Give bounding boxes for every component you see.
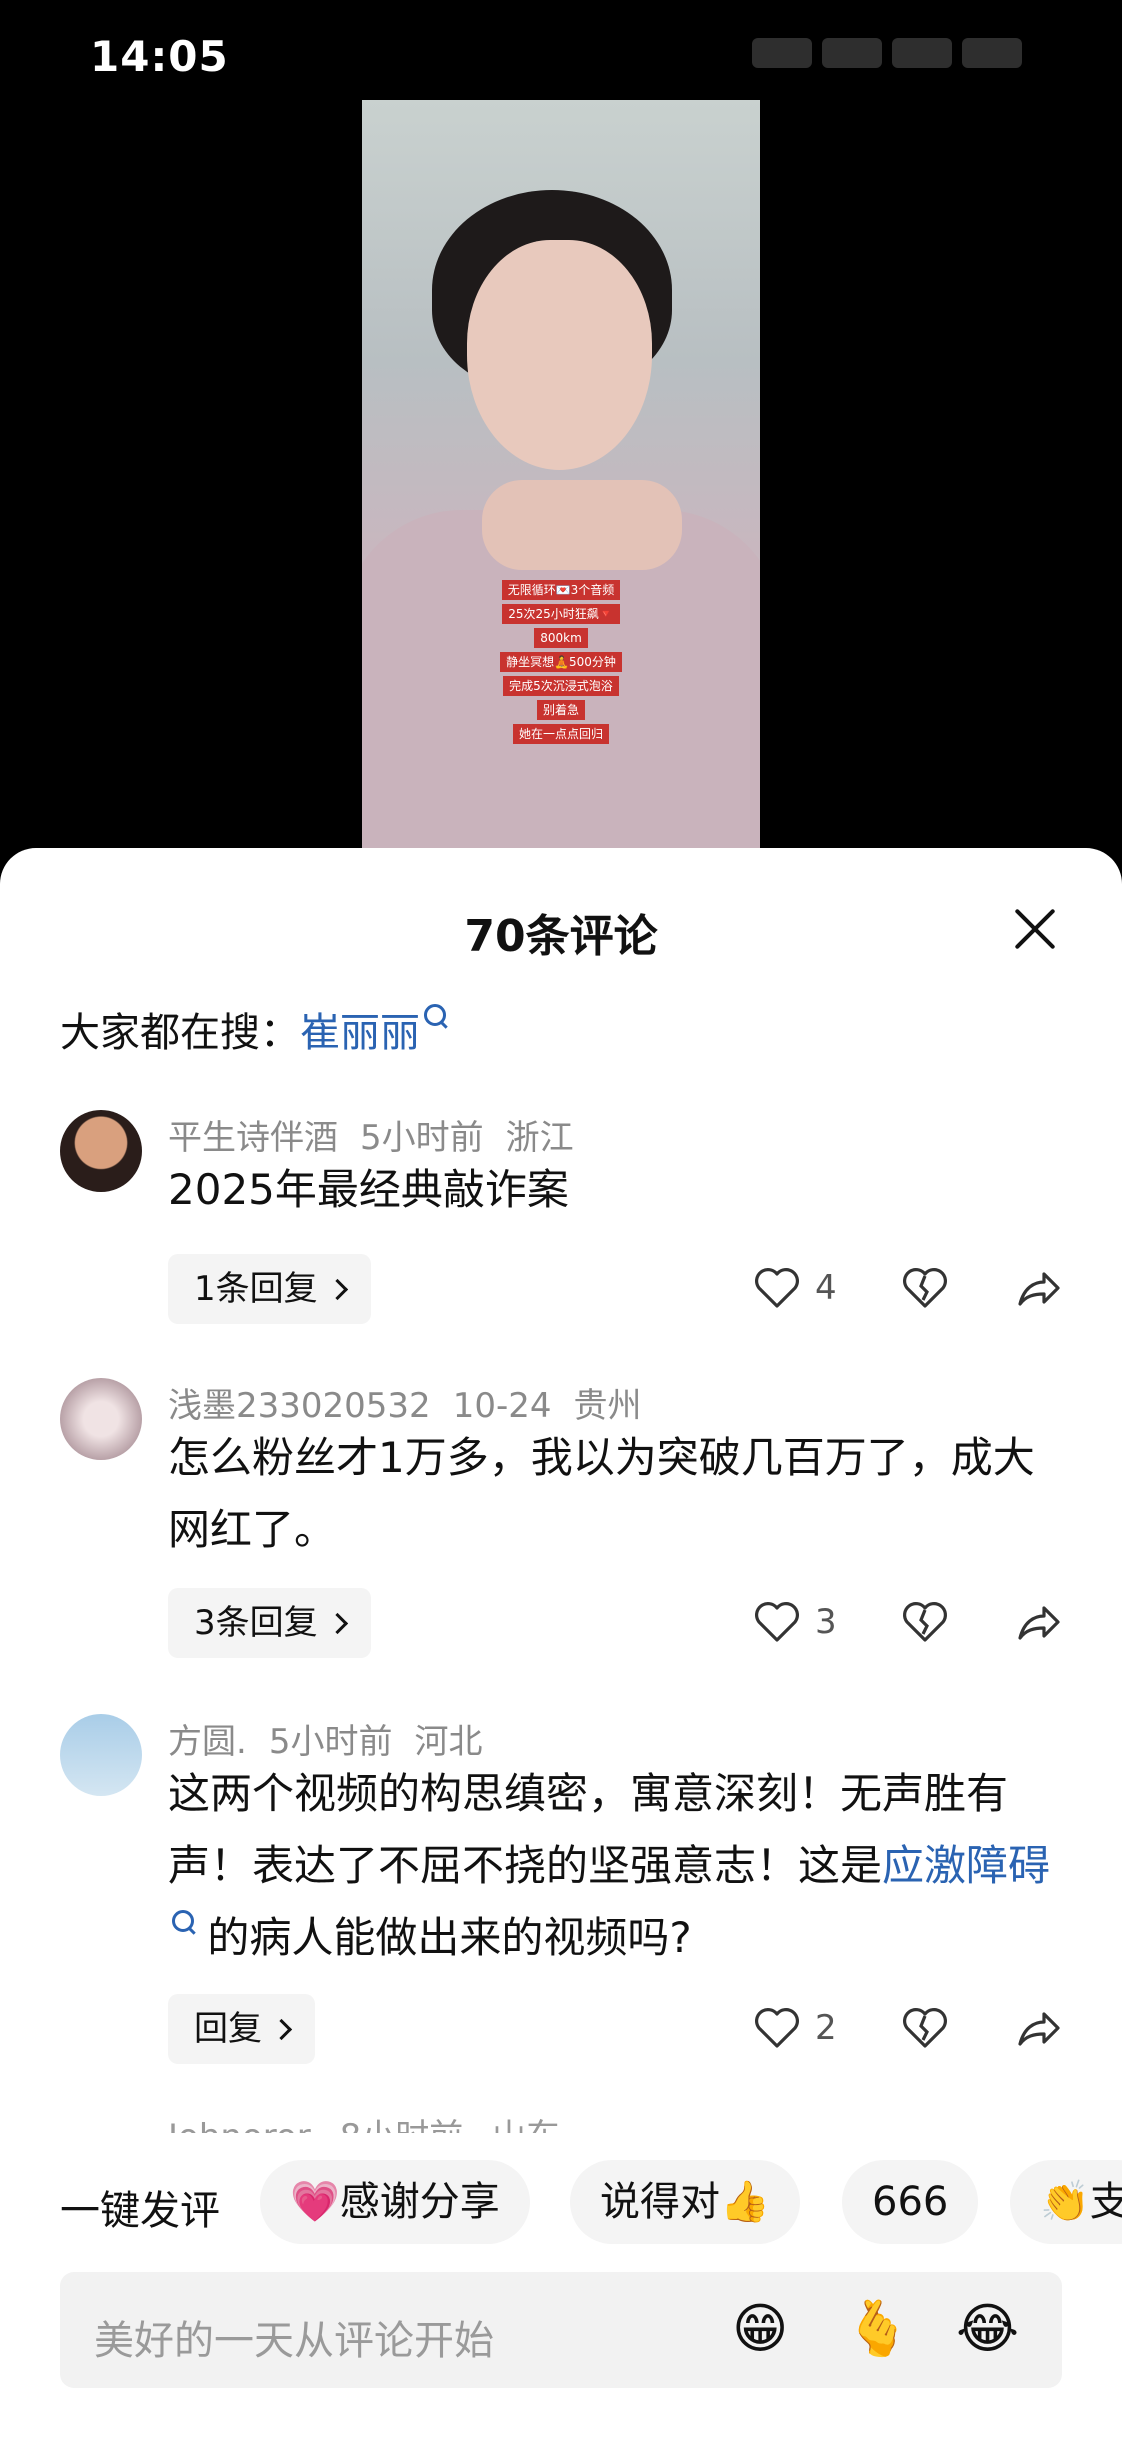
finger-heart-emoji-icon[interactable]: 🫰 — [844, 2296, 911, 2362]
heart-icon[interactable] — [752, 1266, 802, 1310]
comment-input[interactable]: 美好的一天从评论开始 😁 🫰 😂 — [60, 2272, 1062, 2388]
video-player[interactable]: 无限循环💌3个音频 25次25小时狂飙🔻 800km 静坐冥想🧘500分钟 完成… — [362, 100, 760, 848]
comment-author[interactable]: 平生诗伴酒 — [168, 1118, 338, 1158]
quick-chip[interactable]: 💗感谢分享 — [260, 2160, 530, 2244]
quick-chip[interactable]: 666 — [842, 2160, 979, 2244]
video-caption-line: 她在一点点回归 — [512, 724, 609, 744]
comment-text: 这两个视频的构思缜密，寓意深刻！无声胜有声！表达了不屈不挠的坚强意志！这是应激障… — [168, 1758, 1068, 1974]
comment-meta: Johnoror 8小时前 山东 — [168, 2109, 560, 2133]
video-caption-line: 800km — [534, 628, 588, 648]
video-figure-face — [467, 240, 652, 470]
quick-comment-row: 一键发评 💗感谢分享 说得对👍 666 👏支 — [0, 2160, 1122, 2250]
heart-icon[interactable] — [752, 1600, 802, 1644]
comment-meta: 平生诗伴酒 5小时前 浙江 — [168, 1110, 596, 1159]
comment-location: 浙江 — [505, 1118, 574, 1158]
laugh-cry-emoji-icon[interactable]: 😂 — [956, 2296, 1019, 2362]
comments-sheet: 70条评论 大家都在搜：崔丽丽 平生诗伴酒 5小时前 浙江 2025年最经典敲诈案 … — [0, 848, 1122, 2442]
video-caption-line: 静坐冥想🧘500分钟 — [500, 652, 622, 672]
search-icon — [424, 1004, 446, 1026]
quick-chip[interactable]: 👏支 — [1010, 2160, 1122, 2244]
comment-author[interactable]: Johnoror — [168, 2117, 311, 2133]
grin-emoji-icon[interactable]: 😁 — [732, 2296, 788, 2362]
view-replies-button[interactable]: 3条回复 — [168, 1588, 371, 1658]
status-icons — [752, 38, 1052, 74]
comment-time: 5小时前 — [268, 1722, 393, 1762]
search-icon — [172, 1910, 194, 1932]
view-replies-button[interactable]: 1条回复 — [168, 1254, 371, 1324]
broken-heart-icon[interactable] — [900, 2006, 950, 2050]
comment-input-placeholder: 美好的一天从评论开始 — [94, 2318, 494, 2364]
chevron-right-icon — [326, 1612, 348, 1635]
heart-icon[interactable] — [752, 2006, 802, 2050]
reply-label: 3条回复 — [194, 1603, 318, 1643]
comment-author[interactable]: 方圆. — [168, 1722, 247, 1762]
like-count: 2 — [815, 2008, 837, 2048]
chevron-right-icon — [270, 2018, 293, 2041]
broken-heart-icon[interactable] — [900, 1600, 950, 1644]
status-time: 14:05 — [90, 32, 229, 81]
comment-location: 山东 — [492, 2117, 560, 2133]
comment-author[interactable]: 浅墨233020532 — [168, 1386, 431, 1426]
comment-meta: 方圆. 5小时前 河北 — [168, 1714, 504, 1763]
quick-chip[interactable]: 说得对👍 — [570, 2160, 800, 2244]
like-count: 4 — [815, 1268, 837, 1308]
chevron-right-icon — [326, 1278, 348, 1301]
share-icon[interactable] — [1012, 1266, 1064, 1310]
status-bar: 14:05 — [0, 0, 1122, 110]
like-count: 3 — [815, 1602, 837, 1642]
comments-title: 70条评论 — [464, 911, 658, 962]
comment-time: 8小时前 — [340, 2117, 464, 2133]
trending-search-link[interactable]: 崔丽丽 — [300, 1010, 420, 1056]
avatar[interactable] — [60, 1378, 142, 1460]
share-icon[interactable] — [1012, 2006, 1064, 2050]
reply-label: 1条回复 — [194, 1269, 318, 1309]
comment-time: 5小时前 — [360, 1118, 484, 1158]
comment-meta: 浅墨233020532 10-24 贵州 — [168, 1378, 663, 1427]
comment-text-part: 的病人能做出来的视频吗? — [194, 1913, 692, 1962]
comment-location: 贵州 — [573, 1386, 642, 1426]
comment-location: 河北 — [414, 1722, 483, 1762]
video-caption-line: 别着急 — [536, 700, 585, 720]
video-caption: 无限循环💌3个音频 25次25小时狂飙🔻 800km 静坐冥想🧘500分钟 完成… — [362, 580, 760, 744]
video-caption-line: 25次25小时狂飙🔻 — [502, 604, 620, 624]
quick-comment-label: 一键发评 — [60, 2188, 220, 2234]
comment-search-link[interactable]: 应激障碍 — [882, 1841, 1050, 1890]
trending-search: 大家都在搜：崔丽丽 — [60, 1000, 446, 1058]
comment-item-partial: Johnoror 8小时前 山东 — [0, 2093, 1122, 2133]
reply-label: 回复 — [194, 2009, 262, 2049]
video-figure-hand — [482, 480, 682, 570]
avatar[interactable] — [60, 1110, 142, 1192]
avatar[interactable] — [60, 1714, 142, 1796]
video-caption-line: 完成5次沉浸式泡浴 — [503, 676, 619, 696]
broken-heart-icon[interactable] — [900, 1266, 950, 1310]
trending-search-label: 大家都在搜： — [60, 1010, 300, 1056]
comment-text: 2025年最经典敲诈案 — [168, 1165, 569, 1214]
video-caption-line: 无限循环💌3个音频 — [501, 580, 621, 600]
reply-button[interactable]: 回复 — [168, 1994, 315, 2064]
share-icon[interactable] — [1012, 1600, 1064, 1644]
comment-text: 怎么粉丝才1万多，我以为突破几百万了，成大网红了。 — [168, 1433, 1035, 1554]
comment-time: 10-24 — [452, 1386, 552, 1426]
close-icon[interactable] — [1010, 904, 1060, 954]
